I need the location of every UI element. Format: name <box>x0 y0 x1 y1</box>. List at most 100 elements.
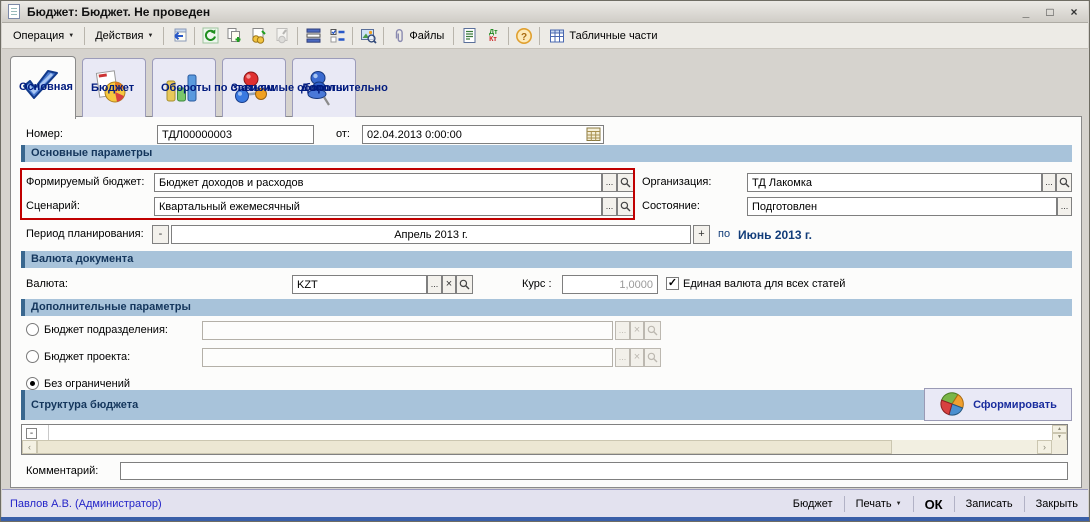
tab-dependent-turnovers[interactable]: Зависимые обороты <box>222 58 286 117</box>
project-budget-search-button[interactable] <box>644 348 661 367</box>
save-button[interactable]: Записать <box>955 498 1024 510</box>
budget-structure-tree[interactable]: - ▲ ▼ ‹ › <box>21 424 1068 455</box>
budget-ellipsis-button[interactable]: ... <box>602 173 617 192</box>
budget-input[interactable] <box>154 173 602 192</box>
scenario-ellipsis-button[interactable]: ... <box>602 197 617 216</box>
reread-button[interactable] <box>167 25 191 47</box>
section-document-currency: Валюта документа <box>21 251 1072 268</box>
unpost-document-button[interactable] <box>270 25 294 47</box>
setup-flags-button[interactable] <box>325 25 349 47</box>
post-document-icon <box>250 27 267 44</box>
scroll-right-button[interactable]: › <box>1037 440 1052 454</box>
window-title: Бюджет: Бюджет. Не проведен <box>27 5 1018 19</box>
project-budget-input[interactable] <box>202 348 613 367</box>
budget-search-button[interactable] <box>617 173 634 192</box>
magnifier-icon <box>459 279 470 290</box>
tree-horizontal-scrollbar[interactable]: ‹ › <box>22 440 1052 454</box>
date-input[interactable] <box>362 125 604 144</box>
ok-button[interactable]: ОК <box>914 497 954 512</box>
toolbar-separator <box>508 27 509 45</box>
magnifier-icon <box>647 325 658 336</box>
checkbox-list-icon <box>329 27 346 44</box>
report-icon <box>461 27 478 44</box>
organization-input[interactable] <box>747 173 1042 192</box>
tab-budget[interactable]: Бюджет <box>82 58 146 117</box>
toolbar-separator <box>194 27 195 45</box>
actions-menu-button[interactable]: Действия ▼ <box>88 27 160 45</box>
rate-label: Курс : <box>522 278 552 290</box>
tabular-parts-button[interactable]: Табличные части <box>543 26 663 46</box>
window-bottom-edge <box>1 517 1089 521</box>
toolbar-separator <box>383 27 384 45</box>
currency-ellipsis-button[interactable]: ... <box>427 275 442 294</box>
help-button[interactable]: ? <box>512 25 536 47</box>
calendar-button[interactable] <box>586 127 602 142</box>
scenario-input[interactable] <box>154 197 602 216</box>
scrollbar-thumb[interactable] <box>37 440 892 454</box>
paperclip-icon <box>393 28 405 44</box>
print-button[interactable]: Печать ▼ <box>845 498 913 510</box>
no-limits-radio[interactable] <box>26 377 39 390</box>
scrollbar-track[interactable] <box>892 440 1037 454</box>
project-budget-ellipsis-button[interactable]: ... <box>615 348 630 367</box>
copy-button[interactable] <box>222 25 246 47</box>
toolbar-separator <box>352 27 353 45</box>
period-plus-button[interactable]: + <box>693 225 710 244</box>
section-main-parameters: Основные параметры <box>21 145 1072 162</box>
statusbar: Павлов А.В. (Администратор) Бюджет Печат… <box>2 489 1088 518</box>
number-input[interactable] <box>157 125 314 144</box>
rate-input[interactable] <box>562 275 658 294</box>
tree-expander[interactable]: - <box>26 428 37 439</box>
minimize-button[interactable]: _ <box>1018 5 1034 19</box>
post-document-button[interactable] <box>246 25 270 47</box>
toolbar-separator <box>163 27 164 45</box>
state-input[interactable] <box>747 197 1057 216</box>
organization-search-button[interactable] <box>1056 173 1072 192</box>
period-input[interactable] <box>171 225 691 244</box>
state-ellipsis-button[interactable]: ... <box>1057 197 1072 216</box>
close-form-button[interactable]: Закрыть <box>1025 498 1080 510</box>
dt-kt-button[interactable]: Дт Кт <box>481 25 505 47</box>
dt-kt-icon: Дт Кт <box>489 29 497 43</box>
report-button[interactable] <box>457 25 481 47</box>
refresh-button[interactable] <box>198 25 222 47</box>
tab-strip: Основная Бюджет Обороты по статьям <box>10 53 356 117</box>
close-button[interactable]: × <box>1066 5 1082 19</box>
tab-main[interactable]: Основная <box>10 56 76 119</box>
period-end-value: Июнь 2013 г. <box>738 228 812 242</box>
tab-turnovers-by-items[interactable]: Обороты по статьям <box>152 58 216 117</box>
dept-budget-radio[interactable] <box>26 323 39 336</box>
scroll-left-button[interactable]: ‹ <box>22 440 37 454</box>
organization-label: Организация: <box>642 176 711 188</box>
budget-label: Формируемый бюджет: <box>26 176 144 188</box>
dept-budget-ellipsis-button[interactable]: ... <box>615 321 630 340</box>
single-currency-checkbox[interactable]: ✓ <box>666 277 679 290</box>
project-budget-clear-button[interactable]: × <box>630 348 644 367</box>
scenario-search-button[interactable] <box>617 197 634 216</box>
files-button[interactable]: Файлы <box>387 26 450 46</box>
period-minus-button[interactable]: - <box>152 225 169 244</box>
document-movements-button[interactable] <box>301 25 325 47</box>
budget-button[interactable]: Бюджет <box>782 498 844 510</box>
project-budget-radio[interactable] <box>26 350 39 363</box>
comment-input[interactable] <box>120 462 1068 480</box>
dept-budget-clear-button[interactable]: × <box>630 321 644 340</box>
date-label: от: <box>336 128 350 140</box>
currency-search-button[interactable] <box>456 275 473 294</box>
tree-vertical-scrollbar[interactable]: ▲ ▼ <box>1052 425 1067 440</box>
currency-label: Валюта: <box>26 278 68 290</box>
picture-preview-button[interactable] <box>356 25 380 47</box>
dept-budget-search-button[interactable] <box>644 321 661 340</box>
table-icon <box>549 28 565 44</box>
operation-menu-button[interactable]: Операция ▼ <box>6 27 81 45</box>
dropdown-arrow-icon: ▼ <box>68 33 74 39</box>
maximize-button[interactable]: □ <box>1042 5 1058 19</box>
tab-additional[interactable]: Дополнительно <box>292 58 356 117</box>
generate-button[interactable]: Сформировать <box>924 388 1072 421</box>
organization-ellipsis-button[interactable]: ... <box>1042 173 1056 192</box>
scroll-up-button[interactable]: ▲ <box>1052 425 1067 433</box>
currency-clear-button[interactable]: × <box>442 275 456 294</box>
magnifier-icon <box>620 177 631 188</box>
dept-budget-input[interactable] <box>202 321 613 340</box>
currency-input[interactable] <box>292 275 427 294</box>
